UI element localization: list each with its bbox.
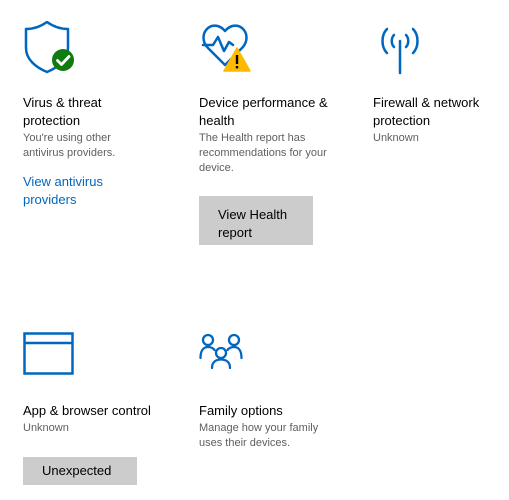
tile-description: The Health report has recommendations fo…: [199, 132, 327, 174]
heart-pulse-icon: [199, 18, 259, 78]
unexpected-button[interactable]: Unexpected: [23, 457, 137, 485]
tile-title: Device performance & health: [199, 95, 328, 128]
tile-title: App & browser control: [23, 403, 151, 418]
tile-app-browser-control[interactable]: App & browser control Unknown Unexpected: [23, 330, 188, 490]
tile-virus-threat-protection[interactable]: Virus & threat protection You're using o…: [23, 18, 188, 218]
tile-title: Virus & threat protection: [23, 95, 102, 128]
view-health-report-button[interactable]: View Health report: [199, 196, 313, 245]
tile-title: Family options: [199, 403, 283, 418]
antenna-icon: [373, 18, 433, 78]
family-icon: [199, 330, 259, 390]
shield-check-icon: [23, 18, 83, 78]
tile-family-options[interactable]: Family options Manage how your family us…: [199, 330, 364, 460]
browser-window-icon: [23, 330, 83, 390]
tile-firewall-network-protection[interactable]: Firewall & network protection Unknown: [373, 18, 509, 158]
tile-description: Unknown: [23, 422, 69, 434]
tile-description: Manage how your family uses their device…: [199, 422, 319, 449]
tile-title: Firewall & network protection: [373, 95, 480, 128]
security-overview: Virus & threat protection You're using o…: [0, 0, 509, 500]
view-antivirus-providers-link[interactable]: View antivirus providers: [23, 173, 183, 209]
tile-description: You're using other antivirus providers.: [23, 132, 116, 159]
tile-device-performance-health[interactable]: Device performance & health The Health r…: [199, 18, 364, 248]
tile-description: Unknown: [373, 132, 419, 144]
